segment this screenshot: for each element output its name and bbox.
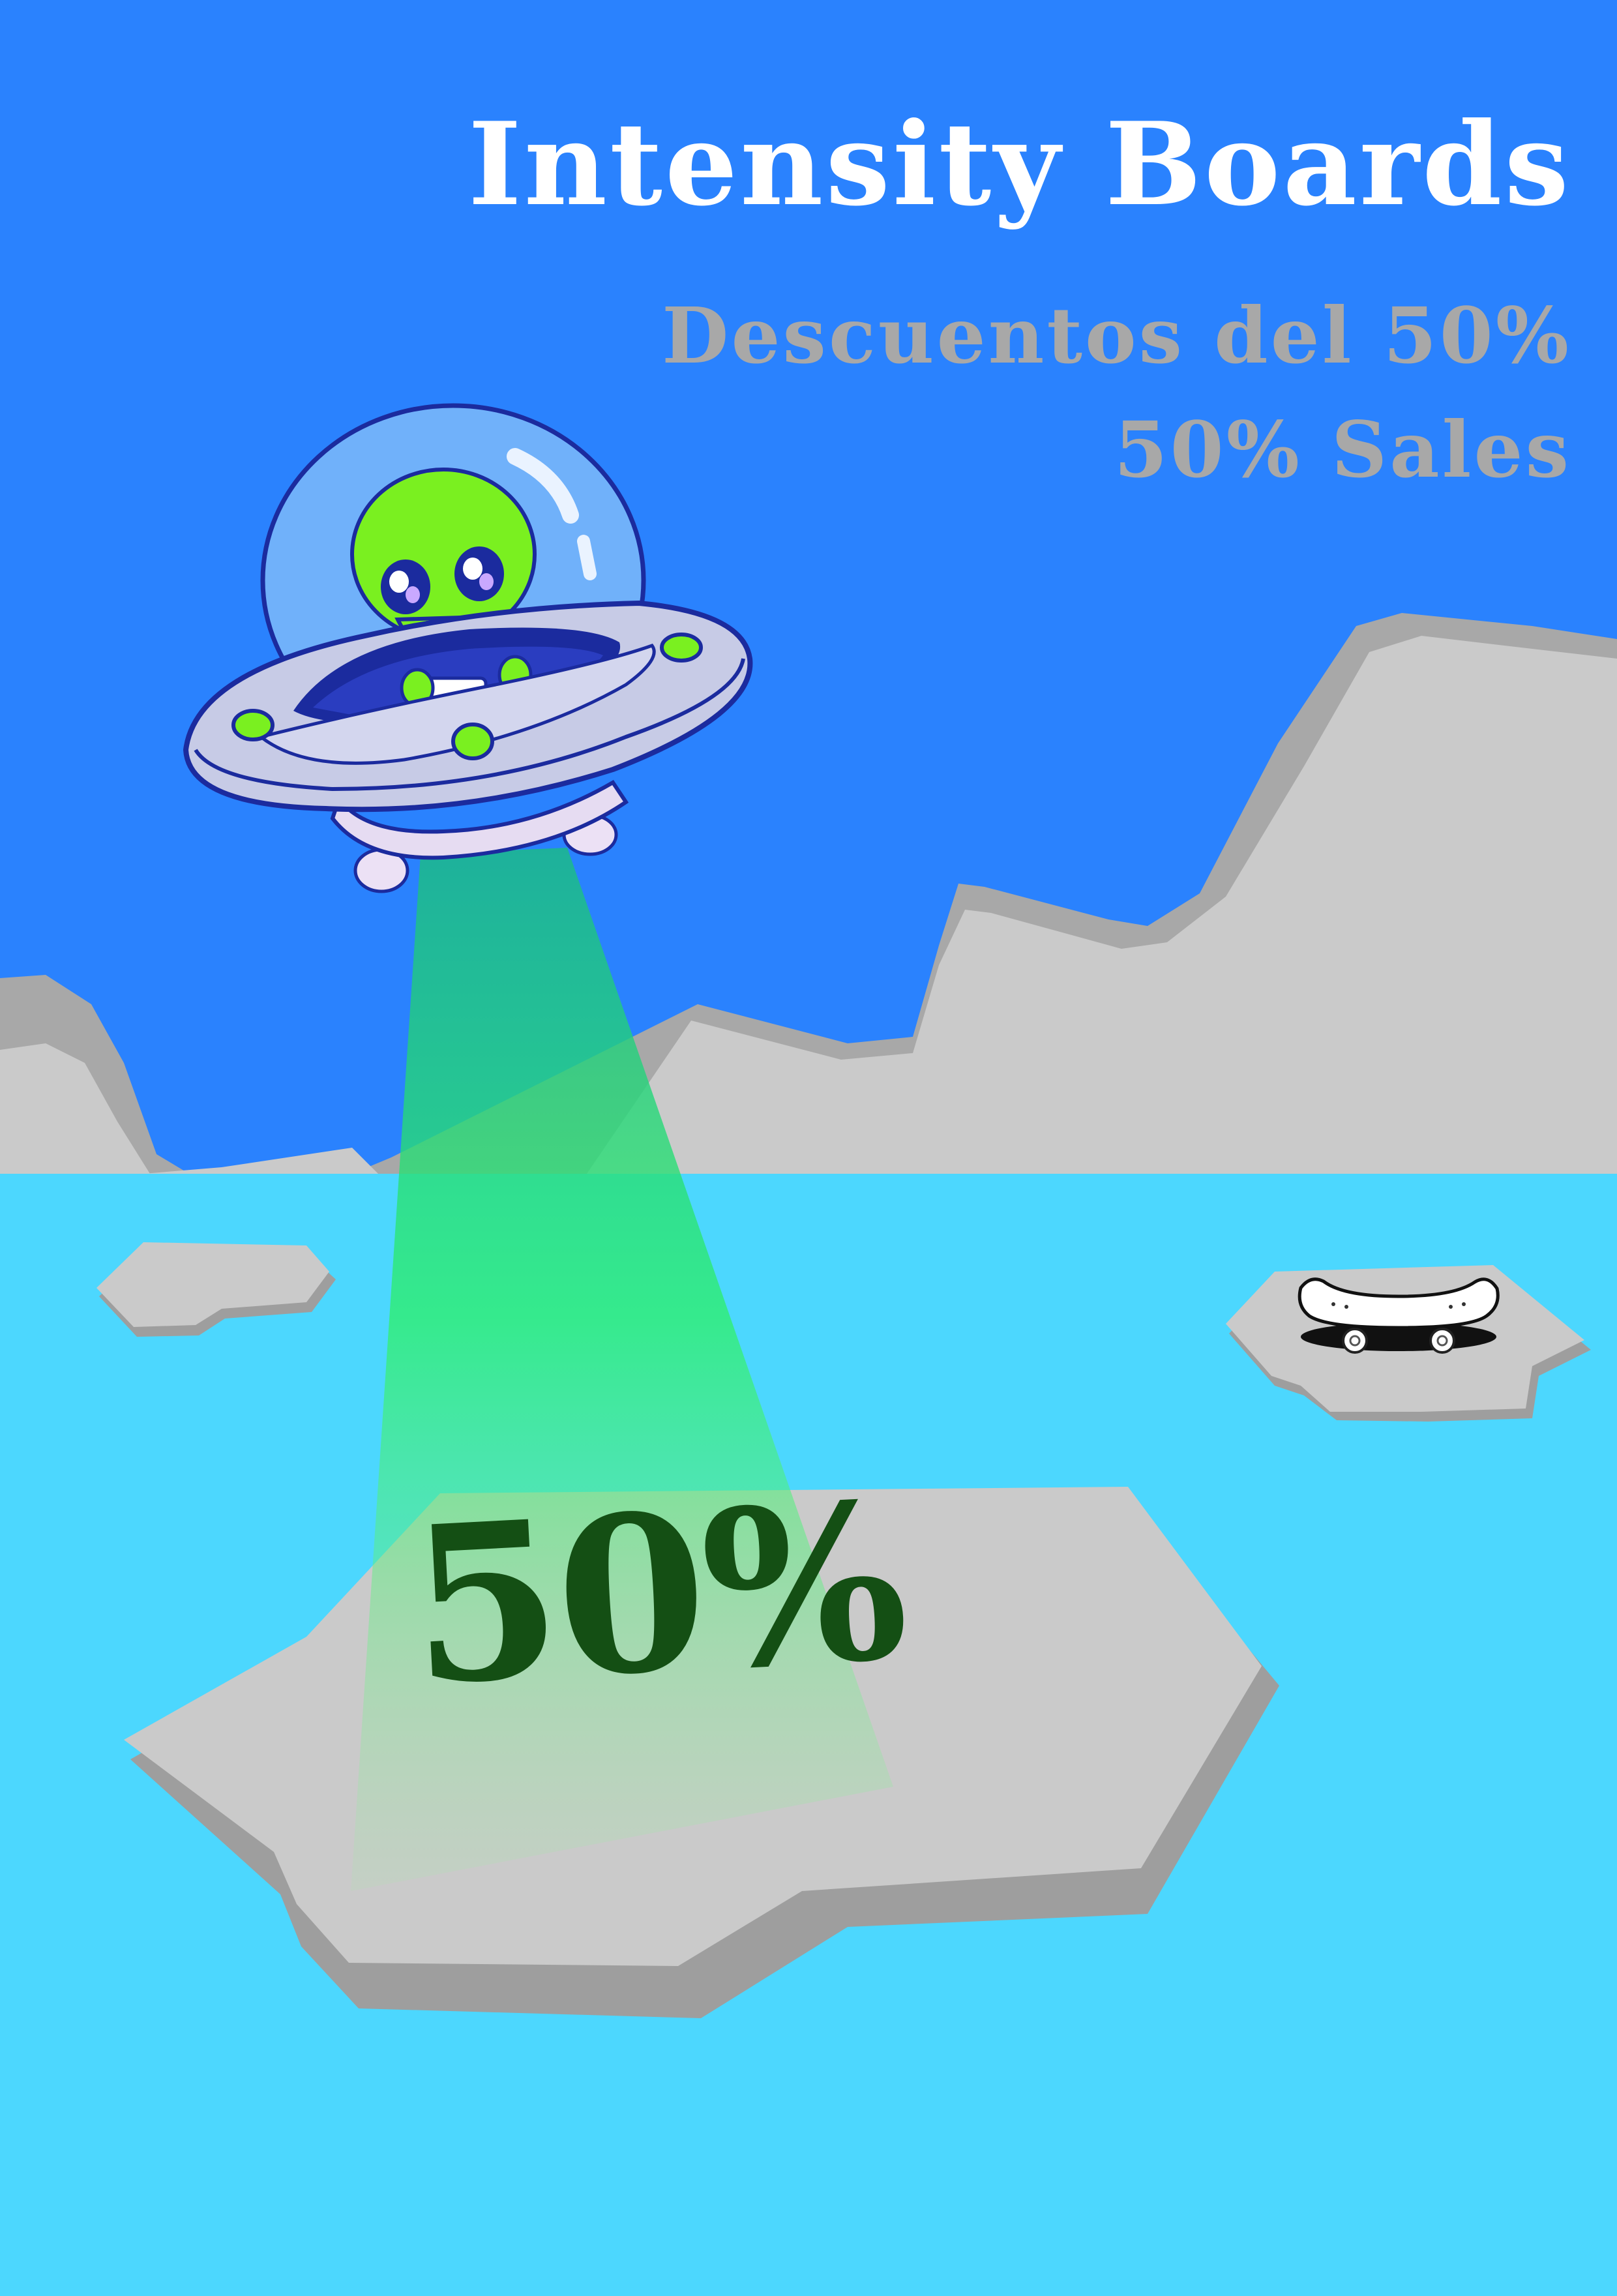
discount-badge: 50% bbox=[404, 1454, 910, 1733]
subtitle-spanish: Descuentos del 50% bbox=[662, 290, 1571, 381]
poster-title: Intensity Boards bbox=[467, 98, 1571, 231]
subtitle-english: 50% Sales bbox=[1114, 404, 1571, 495]
